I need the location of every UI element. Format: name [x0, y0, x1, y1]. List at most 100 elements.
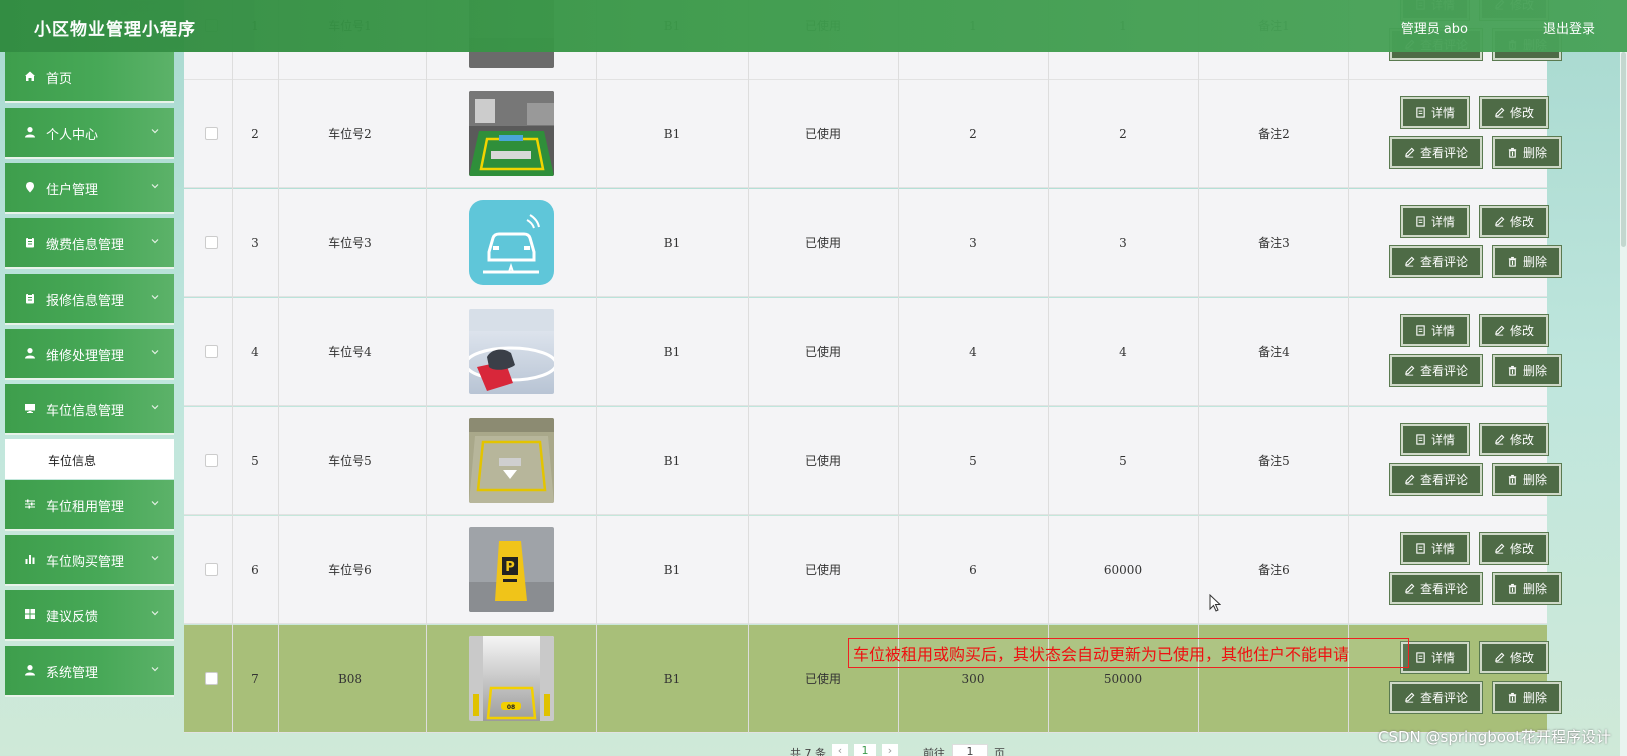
- delete-button[interactable]: 删除: [1493, 464, 1561, 495]
- svg-text:P: P: [505, 560, 515, 575]
- table-column-divider: [596, 0, 597, 733]
- scrollbar[interactable]: [1620, 52, 1627, 756]
- table-row: 2 车位号2 B1 已使用 2 2 备注2 详情 修改 查看评论 删除: [184, 80, 1561, 188]
- checkbox-cell[interactable]: [196, 625, 226, 732]
- sidebar-item-1[interactable]: 个人中心: [5, 108, 174, 159]
- chevron-down-icon: [150, 401, 160, 411]
- logout-link[interactable]: 退出登录: [1543, 18, 1595, 37]
- table-column-divider: [748, 0, 749, 733]
- checkbox-cell[interactable]: [196, 80, 226, 187]
- sidebar-item-6[interactable]: 车位信息管理: [5, 384, 174, 435]
- location-icon: [24, 181, 36, 193]
- table-column-divider: [232, 0, 233, 733]
- delete-button[interactable]: 删除: [1493, 137, 1561, 168]
- scrollbar-thumb[interactable]: [1621, 52, 1626, 247]
- svg-text:08: 08: [506, 704, 514, 711]
- cell-col6: 2: [1119, 126, 1127, 141]
- cell-status: 已使用: [804, 127, 841, 141]
- goto-page-input[interactable]: 1: [952, 744, 988, 756]
- clipboard-icon: [24, 236, 36, 248]
- detail-button[interactable]: 详情: [1401, 206, 1469, 237]
- cell-parking-no: 车位号2: [328, 127, 372, 141]
- view-comments-button[interactable]: 查看评论: [1390, 355, 1482, 386]
- sidebar-item-2[interactable]: 住户管理: [5, 163, 174, 214]
- delete-button[interactable]: 删除: [1493, 682, 1561, 713]
- edit-button[interactable]: 修改: [1480, 206, 1548, 237]
- detail-button[interactable]: 详情: [1401, 315, 1469, 346]
- cell-col6: 3: [1119, 235, 1127, 250]
- edit-button[interactable]: 修改: [1480, 533, 1548, 564]
- sidebar-item-3[interactable]: 缴费信息管理: [5, 218, 174, 269]
- delete-button[interactable]: 删除: [1493, 246, 1561, 277]
- trash-icon: [1507, 147, 1518, 158]
- row-checkbox[interactable]: [204, 345, 218, 358]
- cell-index: 4: [251, 344, 259, 359]
- button-label: 详情: [1430, 215, 1455, 229]
- sidebar-item-0[interactable]: 首页: [5, 52, 174, 103]
- button-label: 删除: [1522, 255, 1547, 269]
- row-checkbox[interactable]: [204, 236, 218, 249]
- chevron-down-icon: [150, 180, 160, 190]
- sidebar-item-10[interactable]: 系统管理: [5, 646, 174, 697]
- prev-page-button[interactable]: ‹: [832, 744, 848, 756]
- table-row: 5 车位号5 B1 已使用 5 5 备注5 详情 修改 查看评论 删除: [184, 407, 1561, 515]
- chevron-down-icon: [150, 235, 160, 245]
- checkbox-cell[interactable]: [196, 407, 226, 514]
- edit-icon: [1404, 474, 1415, 485]
- edit-button[interactable]: 修改: [1480, 642, 1548, 673]
- trash-icon: [1507, 256, 1518, 267]
- sidebar-item-label: 车位租用管理: [46, 500, 125, 515]
- cell-col5: 3: [969, 235, 977, 250]
- sidebar-item-label: 个人中心: [46, 128, 99, 143]
- sidebar-item-label: 车位信息管理: [46, 404, 125, 419]
- view-comments-button[interactable]: 查看评论: [1390, 682, 1482, 713]
- button-label: 删除: [1522, 582, 1547, 596]
- delete-button[interactable]: 删除: [1493, 573, 1561, 604]
- page-number-1[interactable]: 1: [854, 744, 876, 756]
- pagination-total: 共 7 条: [790, 747, 826, 756]
- sidebar-item-5[interactable]: 维修处理管理: [5, 329, 174, 380]
- mouse-cursor-icon: [1209, 594, 1221, 612]
- row-checkbox[interactable]: [204, 454, 218, 467]
- cell-index: 5: [251, 453, 259, 468]
- watermark: CSDN @springboot花开程序设计: [1378, 728, 1611, 746]
- delete-button[interactable]: 删除: [1493, 355, 1561, 386]
- detail-button[interactable]: 详情: [1401, 642, 1469, 673]
- sidebar-item-7[interactable]: 车位租用管理: [5, 480, 174, 531]
- row-checkbox[interactable]: [204, 563, 218, 576]
- next-page-button[interactable]: ›: [882, 744, 898, 756]
- parking-thumbnail-image: 08: [468, 636, 554, 721]
- checkbox-cell[interactable]: [196, 516, 226, 623]
- cell-parking-no: 车位号6: [328, 563, 372, 577]
- edit-button[interactable]: 修改: [1480, 315, 1548, 346]
- chevron-down-icon: [150, 663, 160, 673]
- cell-index: 7: [251, 671, 259, 686]
- button-label: 查看评论: [1419, 146, 1468, 160]
- sidebar: 首页个人中心住户管理 缴费信息管理 报修信息管理 维修处理管理车位信息管理 车位租用管理…: [5, 52, 174, 756]
- edit-button[interactable]: 修改: [1480, 97, 1548, 128]
- sidebar-item-9[interactable]: 建议反馈: [5, 590, 174, 641]
- sidebar-item-4[interactable]: 报修信息管理: [5, 274, 174, 325]
- view-comments-button[interactable]: 查看评论: [1390, 464, 1482, 495]
- button-label: 修改: [1509, 542, 1534, 556]
- row-checkbox[interactable]: [204, 127, 218, 140]
- view-comments-button[interactable]: 查看评论: [1390, 137, 1482, 168]
- sidebar-item-8[interactable]: 车位购买管理: [5, 535, 174, 586]
- detail-button[interactable]: 详情: [1401, 533, 1469, 564]
- trash-icon: [1507, 474, 1518, 485]
- cell-col6: 5: [1119, 453, 1127, 468]
- edit-button[interactable]: 修改: [1480, 424, 1548, 455]
- cell-status: 已使用: [804, 563, 841, 577]
- detail-button[interactable]: 详情: [1401, 424, 1469, 455]
- checkbox-cell[interactable]: [196, 189, 226, 296]
- detail-button[interactable]: 详情: [1401, 97, 1469, 128]
- view-comments-button[interactable]: 查看评论: [1390, 246, 1482, 277]
- edit-icon: [1494, 652, 1505, 663]
- checkbox-cell[interactable]: [196, 298, 226, 405]
- sliders-icon: [24, 498, 36, 510]
- submenu-item-parking-info[interactable]: 车位信息: [5, 439, 174, 479]
- grid-icon: [24, 608, 36, 620]
- detail-icon: [1415, 107, 1426, 118]
- view-comments-button[interactable]: 查看评论: [1390, 573, 1482, 604]
- row-checkbox[interactable]: [204, 672, 218, 685]
